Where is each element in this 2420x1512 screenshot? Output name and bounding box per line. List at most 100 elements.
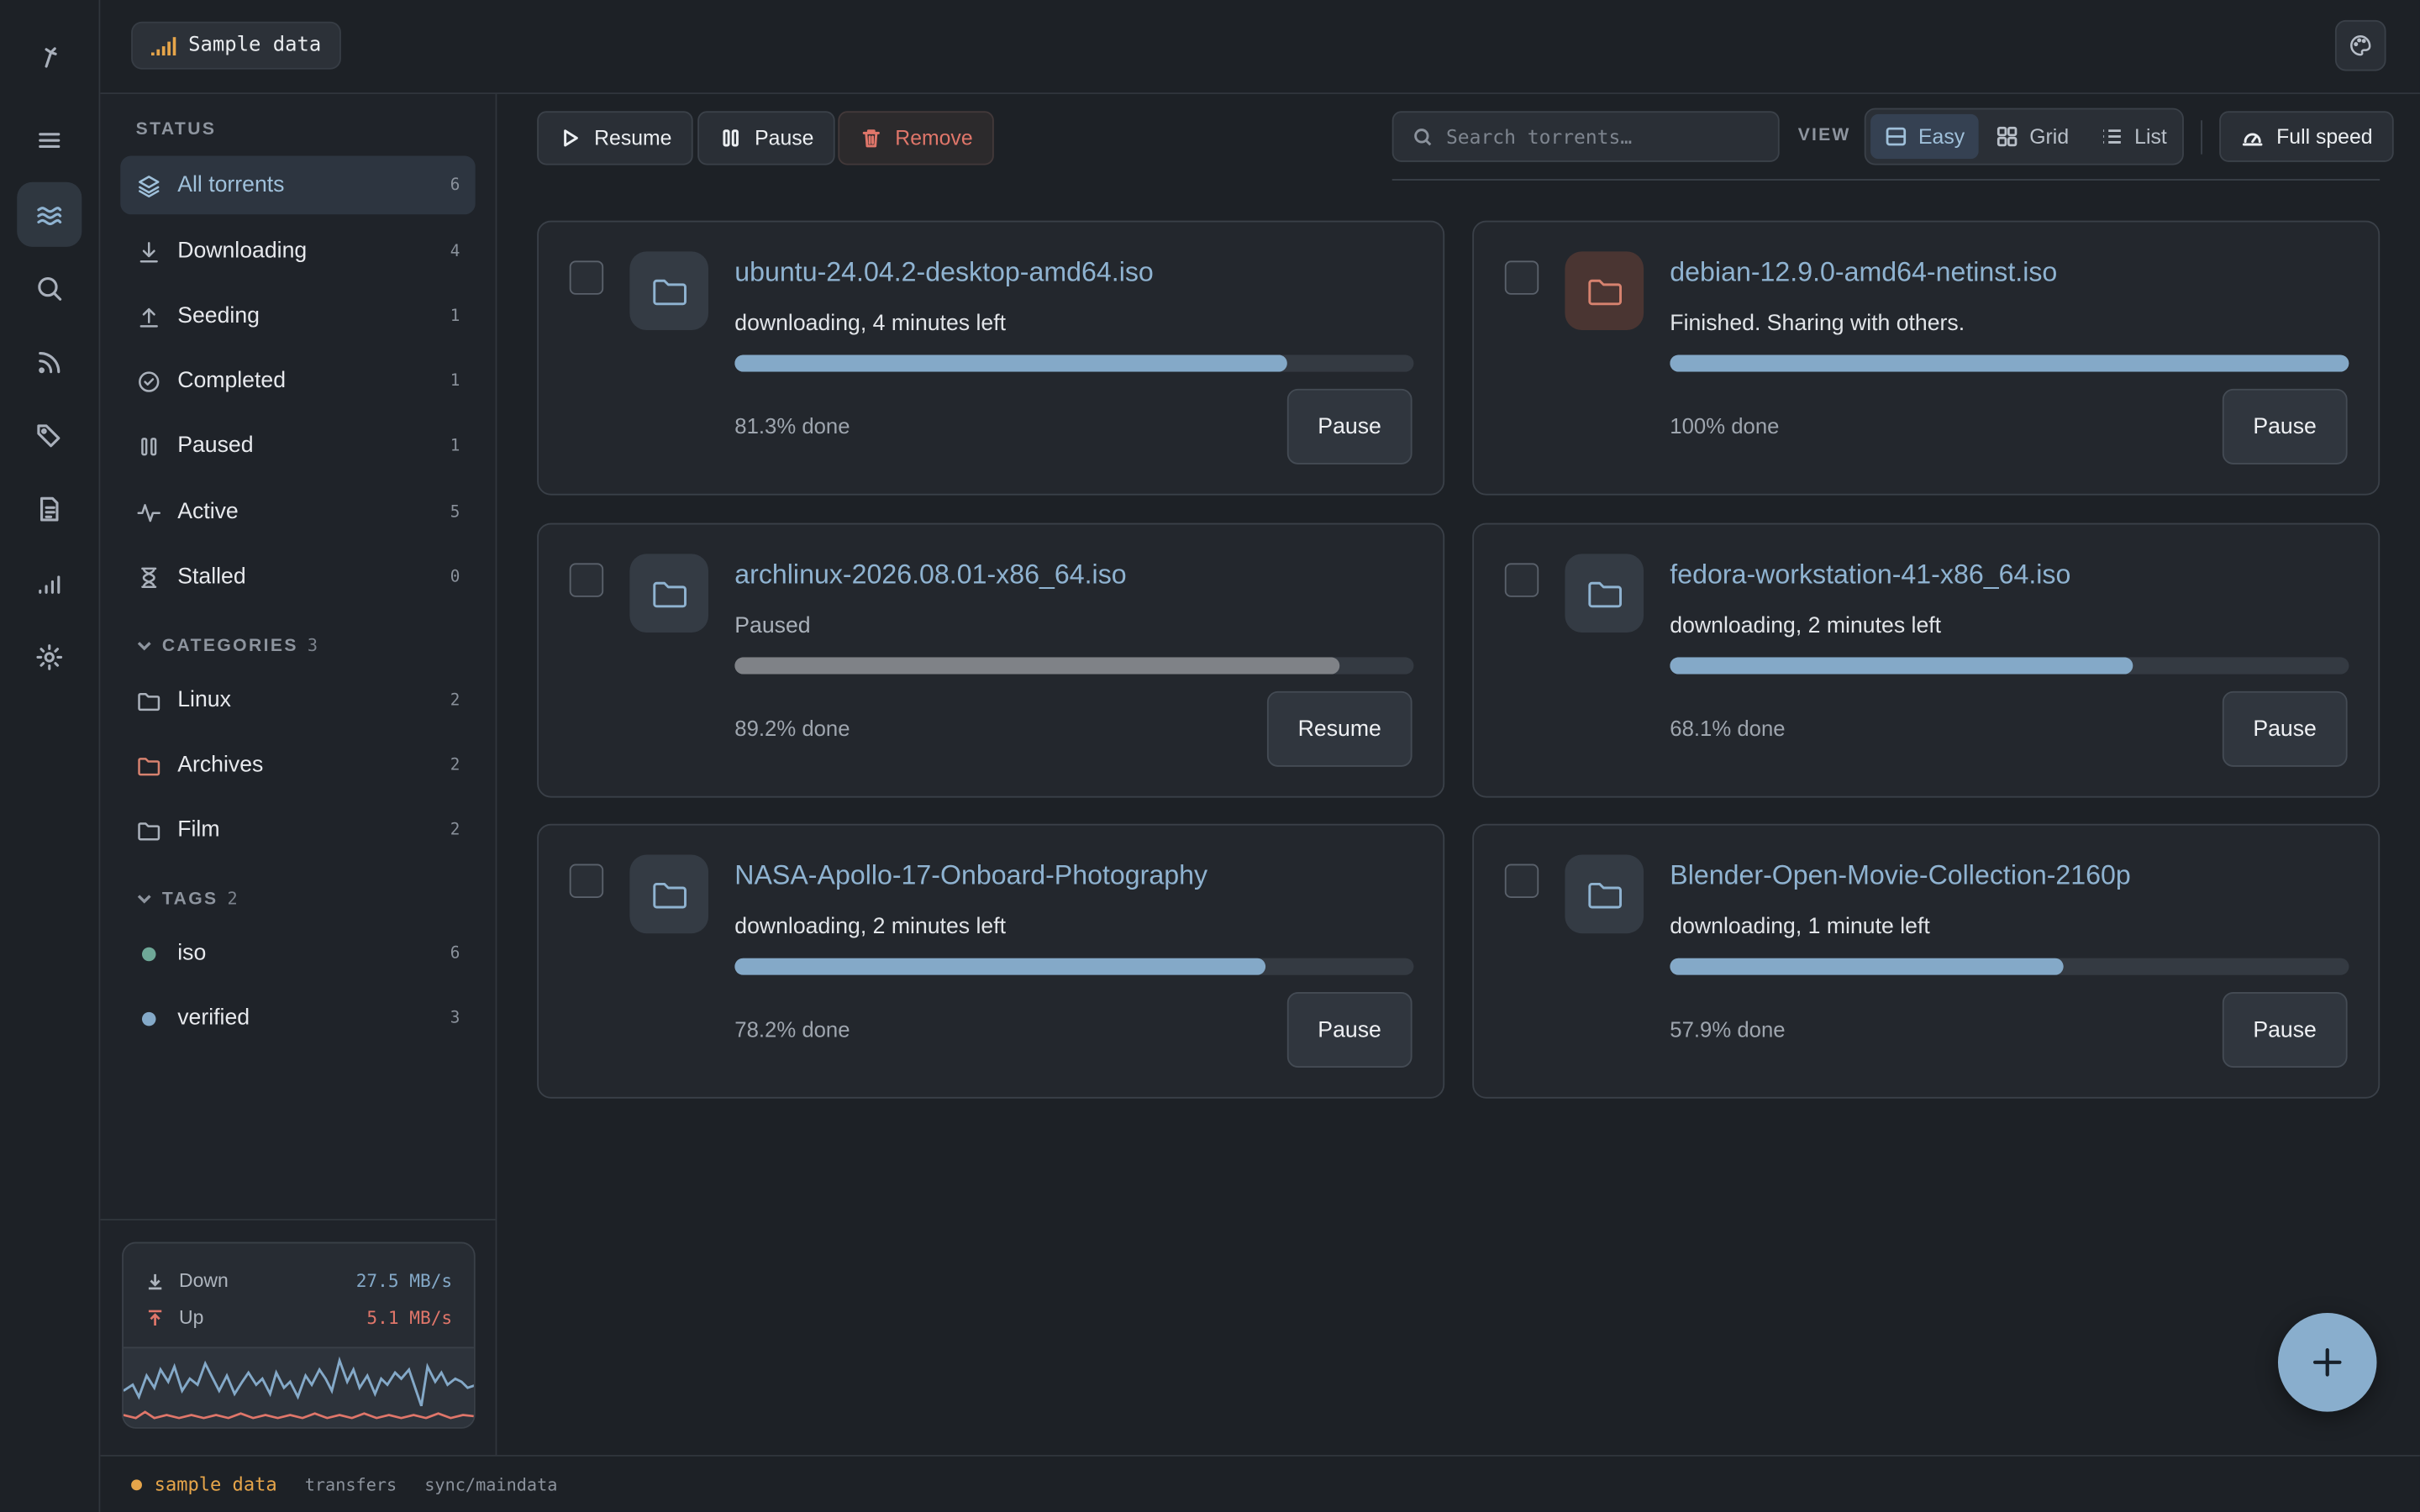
transfers-icon[interactable] <box>17 181 82 247</box>
torrent-select-checkbox[interactable] <box>569 864 604 898</box>
sidebar-item-count: 1 <box>450 371 460 391</box>
pause-button[interactable]: Pause <box>697 111 836 165</box>
torrent-select-checkbox[interactable] <box>1504 563 1539 597</box>
torrent-card[interactable]: ubuntu-24.04.2-desktop-amd64.iso download… <box>537 220 1445 496</box>
full-speed-label: Full speed <box>2276 124 2373 149</box>
categories-header-label: CATEGORIES <box>161 636 298 655</box>
torrent-pause-button[interactable]: Pause <box>2222 388 2348 465</box>
torrent-progress-text: 100% done <box>1670 413 1780 438</box>
logo-icon[interactable] <box>17 24 82 88</box>
torrent-name[interactable]: debian-12.9.0-amd64-netinst.iso <box>1670 256 2057 289</box>
torrent-status: downloading, 1 minute left <box>1670 915 1930 940</box>
speed-sparkline <box>123 1347 474 1427</box>
check-circle-icon <box>136 368 162 394</box>
menu-icon[interactable] <box>17 108 82 173</box>
sidebar-item-paused[interactable]: Paused 1 <box>120 417 475 475</box>
signal-bars-icon <box>150 36 176 55</box>
torrent-select-checkbox[interactable] <box>569 260 604 295</box>
add-torrent-button[interactable] <box>2277 1313 2377 1412</box>
torrent-progress-text: 68.1% done <box>1670 716 1786 741</box>
torrent-name[interactable]: archlinux-2026.08.01-x86_64.iso <box>734 559 1126 591</box>
chevron-down-icon <box>137 895 151 904</box>
torrent-card[interactable]: NASA-Apollo-17-Onboard-Photography downlo… <box>537 823 1445 1099</box>
torrent-card[interactable]: fedora-workstation-41-x86_64.iso download… <box>1472 522 2381 798</box>
torrent-select-checkbox[interactable] <box>569 563 604 597</box>
chevron-down-icon <box>137 642 151 651</box>
tags-count: 2 <box>227 888 238 909</box>
download-speed-value: 27.5 MB/s <box>355 1269 453 1292</box>
search-icon[interactable] <box>17 256 82 321</box>
upload-icon <box>148 1309 162 1326</box>
categories-section-header[interactable]: CATEGORIES 3 <box>136 636 318 656</box>
sidebar-item-seeding[interactable]: Seeding 1 <box>120 287 475 346</box>
folder-icon <box>629 854 709 934</box>
view-list-button[interactable]: List <box>2086 114 2181 159</box>
torrent-status: downloading, 2 minutes left <box>1670 614 1942 639</box>
remove-button[interactable]: Remove <box>838 111 995 165</box>
torrent-pause-button[interactable]: Pause <box>2222 690 2348 767</box>
sidebar-divider <box>100 1218 496 1221</box>
sidebar-item-stalled[interactable]: Stalled 0 <box>120 548 475 606</box>
sidebar-item-label: Seeding <box>177 303 260 329</box>
theme-palette-button[interactable] <box>2334 19 2386 71</box>
tags-section-header[interactable]: TAGS 2 <box>136 889 238 909</box>
progress-bar <box>1670 958 2349 975</box>
sidebar-item-category-linux[interactable]: Linux 2 <box>120 671 475 730</box>
view-easy-button[interactable]: Easy <box>1870 113 1979 160</box>
torrent-card[interactable]: Blender-Open-Movie-Collection-2160p downl… <box>1472 823 2381 1099</box>
upload-label: Up <box>179 1306 204 1329</box>
progress-fill <box>1670 958 2064 975</box>
sidebar-item-count: 2 <box>450 755 460 775</box>
sample-data-chip[interactable]: Sample data <box>131 21 342 70</box>
torrent-select-checkbox[interactable] <box>1504 864 1539 898</box>
settings-icon[interactable] <box>17 625 82 690</box>
tags-header-label: TAGS <box>161 889 218 908</box>
resume-button[interactable]: Resume <box>537 111 694 165</box>
torrent-select-checkbox[interactable] <box>1504 260 1539 295</box>
sidebar-item-tag-iso[interactable]: iso 6 <box>120 924 475 983</box>
sidebar-item-count: 6 <box>450 176 460 195</box>
view-grid-button[interactable]: Grid <box>1981 114 2082 159</box>
pause-icon <box>723 129 739 147</box>
download-sparkline <box>123 1356 474 1407</box>
torrent-name[interactable]: NASA-Apollo-17-Onboard-Photography <box>734 859 1207 892</box>
torrent-pause-button[interactable]: Pause <box>1286 991 1413 1068</box>
sidebar-item-all-torrents[interactable]: All torrents 6 <box>120 155 476 215</box>
torrent-name[interactable]: Blender-Open-Movie-Collection-2160p <box>1670 859 2131 892</box>
tags-icon[interactable] <box>17 402 82 467</box>
download-icon <box>136 239 162 265</box>
torrent-progress-text: 78.2% done <box>734 1016 850 1042</box>
torrent-card[interactable]: debian-12.9.0-amd64-netinst.iso Finished.… <box>1472 220 2381 496</box>
tag-dot-icon <box>136 1005 162 1032</box>
sidebar-item-category-film[interactable]: Film 2 <box>120 801 475 859</box>
progress-fill <box>734 958 1266 975</box>
sidebar-item-tag-verified[interactable]: verified 3 <box>120 989 475 1047</box>
rss-icon[interactable] <box>17 330 82 395</box>
log-icon[interactable] <box>17 477 82 542</box>
sidebar-item-downloading[interactable]: Downloading 4 <box>120 222 475 281</box>
sidebar-item-active[interactable]: Active 5 <box>120 483 475 542</box>
sidebar-item-category-archives[interactable]: Archives 2 <box>120 736 475 795</box>
speed-widget[interactable]: Down 27.5 MB/s Up 5.1 MB/s <box>122 1242 476 1429</box>
torrent-name[interactable]: fedora-workstation-41-x86_64.iso <box>1670 559 2070 591</box>
torrent-card[interactable]: archlinux-2026.08.01-x86_64.iso Paused 89.… <box>537 522 1445 798</box>
pause-icon <box>136 433 162 459</box>
sidebar-item-label: Linux <box>177 688 231 713</box>
statistics-icon[interactable] <box>17 551 82 616</box>
sidebar-item-count: 3 <box>450 1009 460 1028</box>
sidebar-item-completed[interactable]: Completed 1 <box>120 352 475 411</box>
sidebar-item-count: 6 <box>450 944 460 963</box>
torrent-pause-button[interactable]: Pause <box>2222 991 2348 1068</box>
search-input[interactable] <box>1445 124 1755 149</box>
torrent-resume-button[interactable]: Resume <box>1266 690 1413 767</box>
search-icon <box>1414 128 1432 145</box>
pause-label: Pause <box>755 126 814 150</box>
grid-icon <box>1996 126 2018 147</box>
layers-icon <box>136 172 162 198</box>
torrent-pause-button[interactable]: Pause <box>1286 388 1413 465</box>
progress-fill <box>1670 354 2349 372</box>
full-speed-button[interactable]: Full speed <box>2219 111 2395 162</box>
search-underline <box>1392 179 2381 181</box>
search-field[interactable] <box>1392 111 1780 162</box>
torrent-name[interactable]: ubuntu-24.04.2-desktop-amd64.iso <box>734 256 1154 289</box>
